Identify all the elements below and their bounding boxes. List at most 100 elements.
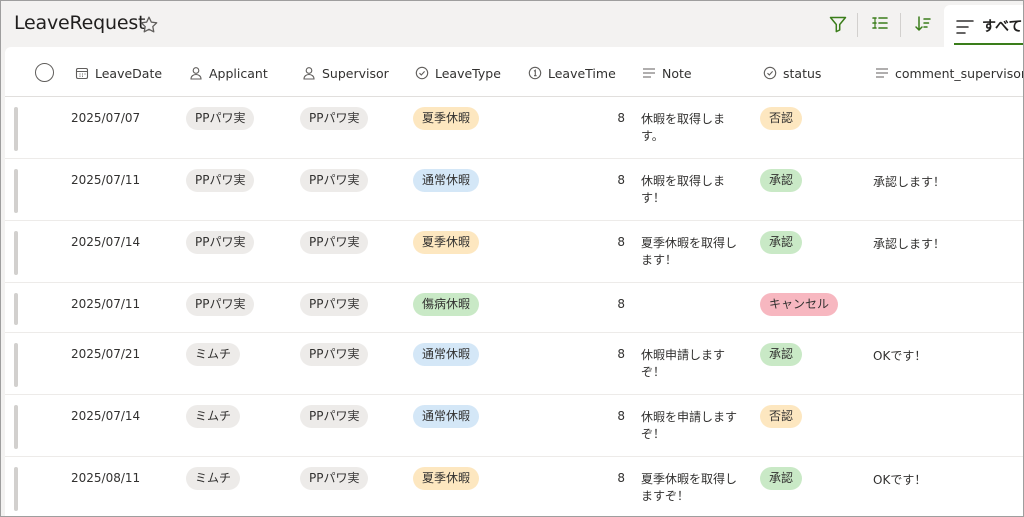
supervisor-pill[interactable]: PPパワ実 — [300, 467, 369, 490]
number-icon — [528, 66, 542, 80]
leavetype-pill: 夏季休暇 — [413, 231, 480, 254]
row-selector[interactable] — [14, 231, 18, 275]
cell-leavedate: 2025/07/14 — [71, 409, 141, 423]
text-lines-icon — [643, 68, 655, 78]
cell-comment-supervisor: OKです！ — [873, 473, 927, 487]
cell-note: 休暇申請しますぞ！ — [641, 348, 726, 379]
status-badge: 否認 — [760, 107, 803, 130]
column-header-leavedate[interactable]: LeaveDate — [75, 64, 162, 82]
calendar-icon — [75, 67, 89, 80]
cell-leavedate: 2025/07/14 — [71, 235, 141, 249]
cell-leavedate: 2025/07/07 — [71, 111, 141, 125]
view-tab-label: すべて — [982, 19, 1023, 35]
table-row[interactable]: 2025/07/07 PPパワ実 PPパワ実 夏季休暇 8 休暇を取得します。 否認 — [5, 97, 1023, 159]
sort-icon[interactable] — [913, 14, 933, 34]
group-by-icon[interactable] — [870, 14, 890, 34]
column-label: LeaveTime — [548, 65, 616, 81]
leavetype-pill: 夏季休暇 — [413, 467, 480, 490]
column-header-leavetype[interactable]: LeaveType — [415, 64, 501, 82]
applicant-pill[interactable]: PPパワ実 — [186, 231, 255, 254]
table-row[interactable]: 2025/07/14 PPパワ実 PPパワ実 夏季休暇 8 夏季休暇を取得します！ 承認 承認… — [5, 221, 1023, 283]
leavetype-pill: 通常休暇 — [413, 405, 480, 428]
row-selector[interactable] — [14, 467, 18, 511]
column-label: status — [783, 65, 822, 81]
applicant-pill[interactable]: ミムチ — [186, 467, 241, 490]
leavetype-pill: 通常休暇 — [413, 169, 480, 192]
list-header: LeaveRequest すべて — [1, 1, 1023, 49]
favorite-star-icon[interactable] — [139, 15, 159, 35]
row-selector[interactable] — [14, 405, 18, 449]
supervisor-pill[interactable]: PPパワ実 — [300, 231, 369, 254]
cell-leavetime: 8 — [617, 173, 625, 187]
applicant-pill[interactable]: PPパワ実 — [186, 293, 255, 316]
active-tab-indicator — [954, 43, 1023, 45]
column-header-note[interactable]: Note — [642, 64, 692, 82]
column-label: comment_supervisor — [895, 65, 1024, 81]
status-badge: 承認 — [760, 169, 803, 192]
status-badge: キャンセル — [760, 293, 839, 316]
cell-note: 休暇を申請しますぞ！ — [641, 410, 738, 441]
table-row[interactable]: 2025/07/14 ミムチ PPパワ実 通常休暇 8 休暇を申請しますぞ！ 否認 — [5, 395, 1023, 457]
table-row[interactable]: 2025/07/21 ミムチ PPパワ実 通常休暇 8 休暇申請しますぞ！ 承認 OKです！ — [5, 333, 1023, 395]
choice-check-icon — [415, 66, 429, 80]
column-header-status[interactable]: status — [763, 64, 821, 82]
cell-leavedate: 2025/07/11 — [71, 297, 141, 311]
cell-note: 休暇を取得します！ — [641, 174, 726, 205]
status-badge: 承認 — [760, 467, 803, 490]
supervisor-pill[interactable]: PPパワ実 — [300, 107, 369, 130]
app-window: LeaveRequest すべて LeaveDate Applicant Sup… — [0, 0, 1024, 517]
column-label: LeaveType — [435, 65, 501, 81]
toolbar-divider — [900, 13, 901, 37]
select-all-checkbox[interactable] — [35, 63, 54, 82]
table-row[interactable]: 2025/07/11 PPパワ実 PPパワ実 通常休暇 8 休暇を取得します！ 承認 承認しま… — [5, 159, 1023, 221]
row-selector[interactable] — [14, 107, 18, 151]
view-list-icon — [956, 20, 974, 34]
status-badge: 承認 — [760, 231, 803, 254]
cell-leavedate: 2025/08/11 — [71, 471, 141, 485]
toolbar-divider — [857, 13, 858, 37]
applicant-pill[interactable]: ミムチ — [186, 343, 241, 366]
view-tab-all[interactable]: すべて — [944, 5, 1023, 49]
cell-leavetime: 8 — [617, 409, 625, 423]
cell-note: 夏季休暇を取得しますぞ！ — [641, 472, 738, 503]
column-header-comment-supervisor[interactable]: comment_supervisor — [875, 64, 1024, 82]
status-badge: 承認 — [760, 343, 803, 366]
applicant-pill[interactable]: PPパワ実 — [186, 107, 255, 130]
column-header-applicant[interactable]: Applicant — [189, 64, 268, 82]
list-title: LeaveRequest — [14, 12, 146, 34]
cell-leavedate: 2025/07/11 — [71, 173, 141, 187]
leavetype-pill: 夏季休暇 — [413, 107, 480, 130]
column-label: Applicant — [209, 65, 268, 81]
supervisor-pill[interactable]: PPパワ実 — [300, 343, 369, 366]
cell-comment-supervisor: 承認します！ — [873, 237, 946, 251]
cell-note: 夏季休暇を取得します！ — [641, 236, 738, 267]
cell-leavetime: 8 — [617, 111, 625, 125]
row-selector[interactable] — [14, 343, 18, 387]
cell-leavetime: 8 — [617, 471, 625, 485]
applicant-pill[interactable]: PPパワ実 — [186, 169, 255, 192]
column-header-supervisor[interactable]: Supervisor — [302, 64, 389, 82]
column-label: Note — [662, 65, 692, 81]
filter-icon[interactable] — [828, 14, 848, 34]
supervisor-pill[interactable]: PPパワ実 — [300, 293, 369, 316]
list-grid: LeaveDate Applicant Supervisor LeaveType… — [5, 47, 1024, 516]
cell-note: 休暇を取得します。 — [641, 112, 726, 143]
leavetype-pill: 通常休暇 — [413, 343, 480, 366]
cell-comment-supervisor: 承認します！ — [873, 175, 946, 189]
supervisor-pill[interactable]: PPパワ実 — [300, 405, 369, 428]
status-badge: 否認 — [760, 405, 803, 428]
table-row[interactable]: 2025/08/11 ミムチ PPパワ実 夏季休暇 8 夏季休暇を取得しますぞ！ 承認 OKで… — [5, 457, 1023, 516]
leavetype-pill: 傷病休暇 — [413, 293, 480, 316]
column-header-leavetime[interactable]: LeaveTime — [528, 64, 616, 82]
row-selector[interactable] — [14, 169, 18, 213]
applicant-pill[interactable]: ミムチ — [186, 405, 241, 428]
cell-leavetime: 8 — [617, 297, 625, 311]
column-label: LeaveDate — [95, 65, 163, 81]
supervisor-pill[interactable]: PPパワ実 — [300, 169, 369, 192]
table-row[interactable]: 2025/07/11 PPパワ実 PPパワ実 傷病休暇 8 キャンセル — [5, 283, 1023, 333]
row-selector[interactable] — [14, 293, 18, 325]
person-icon — [190, 67, 202, 80]
cell-comment-supervisor: OKです！ — [873, 349, 927, 363]
text-lines-icon — [876, 68, 888, 78]
cell-leavetime: 8 — [617, 347, 625, 361]
